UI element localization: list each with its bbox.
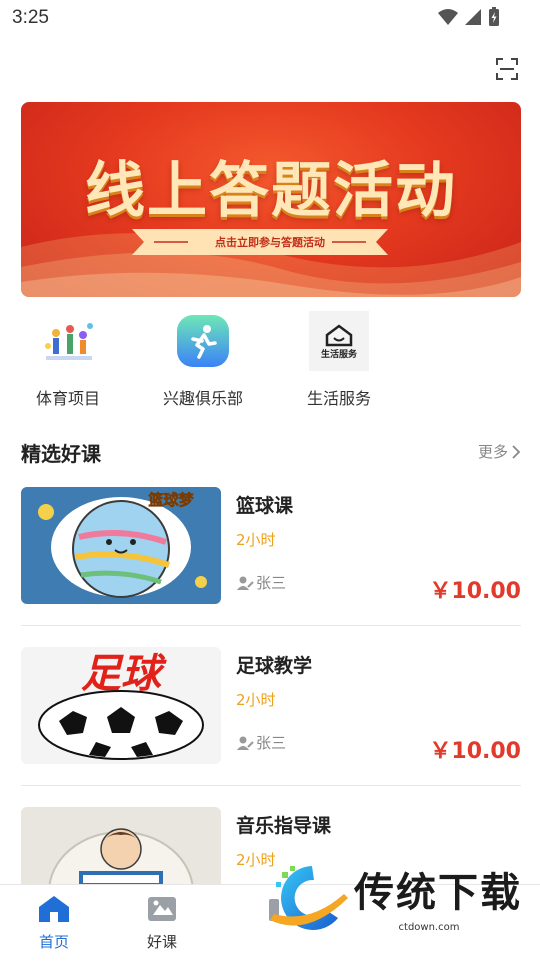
svg-text:生活服务: 生活服务 (321, 348, 358, 360)
course-card-football[interactable]: 足球 足球教学 2小时 张三 ￥10.00 (21, 647, 521, 765)
category-grid: 体育项目 兴趣俱乐部 生活服务 生活服务 (0, 308, 540, 408)
watermark-text: 传统下载 (354, 870, 522, 916)
course-price: ￥10.00 (429, 579, 521, 604)
course-duration: 2小时 (236, 531, 276, 549)
watermark: 传统下载 ctdown.com (262, 858, 522, 938)
course-card-basketball[interactable]: 篮球梦 篮球课 2小时 张三 ￥10.00 (21, 487, 521, 605)
tab-home[interactable]: 首页 (19, 895, 89, 952)
status-icons (438, 7, 500, 27)
course-teacher: 张三 (236, 732, 286, 753)
watermark-url: ctdown.com (398, 922, 460, 933)
signal-icon (465, 9, 481, 25)
course-thumbnail: 足球 (21, 647, 221, 764)
divider (21, 785, 521, 786)
course-duration: 2小时 (236, 691, 276, 709)
divider (21, 625, 521, 626)
scan-icon[interactable] (494, 56, 520, 82)
teacher-icon (237, 576, 254, 590)
category-life-service[interactable]: 生活服务 生活服务 (279, 308, 399, 409)
more-link[interactable]: 更多 (478, 441, 521, 462)
banner-subtitle: 点击立即参与答题活动 (215, 236, 325, 249)
category-label: 体育项目 (35, 389, 100, 408)
teacher-name: 张三 (256, 734, 287, 752)
chevron-right-icon (512, 444, 521, 459)
tab-label: 好课 (146, 933, 177, 951)
course-thumbnail: 篮球梦 (21, 487, 221, 604)
course-teacher: 张三 (236, 572, 286, 593)
watermark-logo-icon (270, 866, 348, 930)
courses-icon (148, 897, 176, 921)
banner-title: 线上答题活动 (85, 156, 457, 226)
football-thumbnail-image: 足球 (21, 647, 221, 764)
course-name: 足球教学 (236, 655, 313, 677)
tab-courses[interactable]: 好课 (127, 895, 197, 952)
category-sports[interactable]: 体育项目 (8, 308, 128, 409)
status-time: 3:25 (12, 7, 49, 28)
teacher-name: 张三 (256, 574, 287, 592)
home-icon (39, 896, 69, 922)
course-name: 篮球课 (236, 495, 294, 517)
basketball-thumbnail-image: 篮球梦 (21, 487, 221, 604)
more-label: 更多 (477, 443, 508, 461)
life-service-icon: 生活服务 (309, 311, 369, 371)
svg-text:篮球梦: 篮球梦 (147, 491, 194, 509)
battery-icon (489, 7, 499, 26)
running-person-icon (177, 315, 229, 367)
teacher-icon (237, 736, 254, 750)
sports-illustration-icon (45, 323, 93, 360)
course-name: 音乐指导课 (236, 815, 332, 837)
section-title: 精选好课 (21, 442, 101, 466)
course-price: ￥10.00 (429, 739, 521, 764)
category-label: 兴趣俱乐部 (162, 389, 243, 408)
category-label: 生活服务 (306, 389, 371, 408)
featured-courses-header: 精选好课 更多 (21, 438, 521, 466)
status-bar: 3:25 (0, 0, 540, 36)
tab-label: 首页 (38, 933, 69, 951)
quiz-activity-banner[interactable]: 线上答题活动 (21, 102, 521, 297)
wifi-icon (438, 9, 458, 25)
category-interest-club[interactable]: 兴趣俱乐部 (143, 308, 263, 409)
